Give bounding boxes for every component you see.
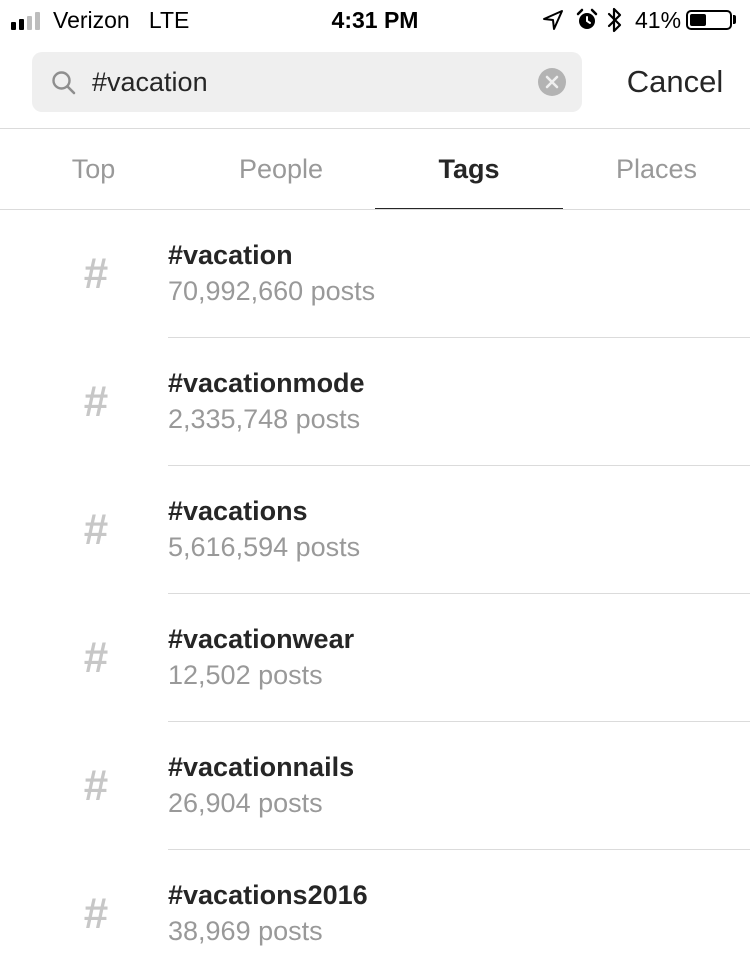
hashtag-icon: # xyxy=(83,889,109,938)
alarm-icon xyxy=(576,8,598,29)
tag-name: #vacationwear xyxy=(168,624,355,654)
tag-post-count: 5,616,594 posts xyxy=(168,532,361,562)
tag-result-row[interactable]: # #vacations2016 38,969 posts xyxy=(0,850,750,978)
hashtag-icon: # xyxy=(83,761,109,810)
tab-places[interactable]: Places xyxy=(563,129,750,209)
search-tabs: Top People Tags Places xyxy=(0,129,750,209)
battery-level xyxy=(690,14,706,26)
cancel-button[interactable]: Cancel xyxy=(600,60,750,104)
battery-icon xyxy=(686,10,732,30)
battery-nub xyxy=(733,15,736,24)
tag-result-row[interactable]: # #vacationmode 2,335,748 posts xyxy=(0,338,750,466)
tag-results-list: # #vacation 70,992,660 posts # #vacation… xyxy=(0,210,750,978)
tag-result-row[interactable]: # #vacationnails 26,904 posts xyxy=(0,722,750,850)
tab-tags[interactable]: Tags xyxy=(375,129,563,209)
tag-result-row[interactable]: # #vacations 5,616,594 posts xyxy=(0,466,750,594)
search-bar[interactable] xyxy=(32,52,582,112)
tag-name: #vacation xyxy=(168,240,293,270)
tag-result-row[interactable]: # #vacationwear 12,502 posts xyxy=(0,594,750,722)
clear-icon[interactable] xyxy=(538,68,566,96)
hashtag-icon: # xyxy=(83,505,109,554)
tab-top[interactable]: Top xyxy=(0,129,187,209)
tag-post-count: 38,969 posts xyxy=(168,916,323,946)
tag-name: #vacations2016 xyxy=(168,880,368,910)
tag-post-count: 12,502 posts xyxy=(168,660,323,690)
tag-post-count: 26,904 posts xyxy=(168,788,323,818)
tab-people[interactable]: People xyxy=(187,129,375,209)
battery-percent: 41% xyxy=(635,7,682,33)
search-input[interactable] xyxy=(92,52,532,112)
tag-name: #vacations xyxy=(168,496,308,526)
tag-post-count: 2,335,748 posts xyxy=(168,404,361,434)
tag-result-row[interactable]: # #vacation 70,992,660 posts xyxy=(0,210,750,338)
tag-post-count: 70,992,660 posts xyxy=(168,276,376,306)
tag-name: #vacationmode xyxy=(168,368,365,398)
tag-name: #vacationnails xyxy=(168,752,355,782)
status-bar: Verizon LTE 4:31 PM 41% xyxy=(0,0,750,40)
hashtag-icon: # xyxy=(83,377,109,426)
hashtag-icon: # xyxy=(83,249,109,298)
hashtag-icon: # xyxy=(83,633,109,682)
bluetooth-icon xyxy=(607,7,622,33)
search-icon xyxy=(52,71,76,95)
location-arrow-icon xyxy=(543,10,563,30)
